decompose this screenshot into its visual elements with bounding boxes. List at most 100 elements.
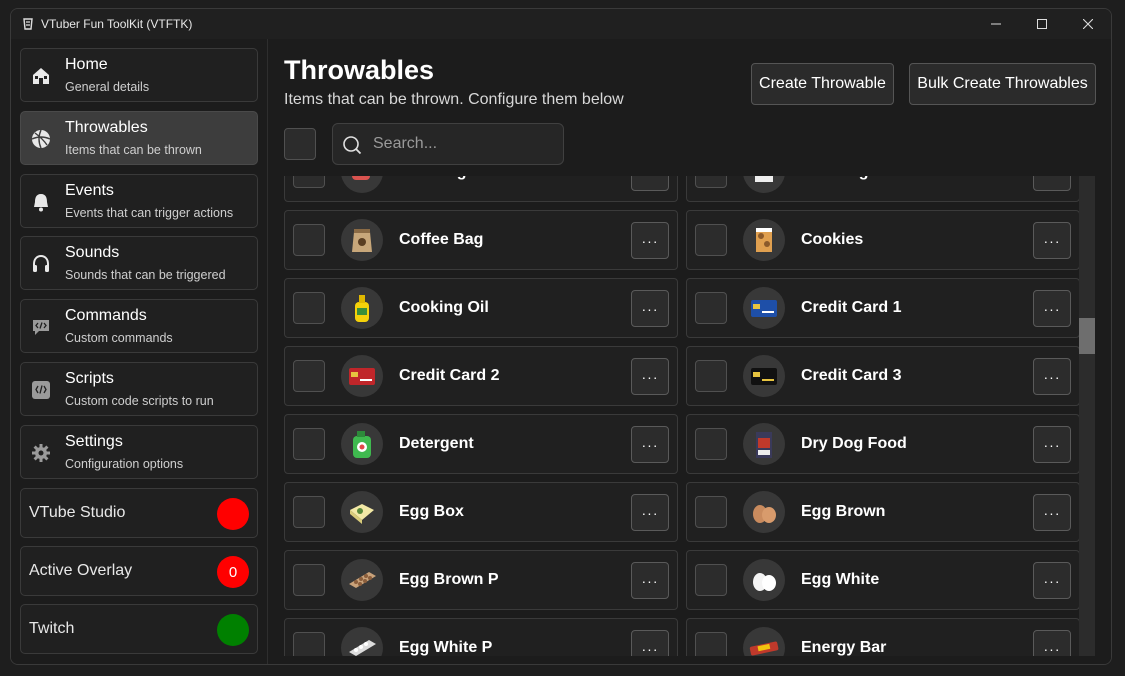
item-checkbox[interactable] [695,360,727,392]
select-all-checkbox[interactable] [284,128,316,160]
close-button[interactable] [1065,9,1111,39]
item-checkbox[interactable] [695,428,727,460]
more-options-button[interactable]: ··· [1033,290,1071,327]
sidebar-item-sounds[interactable]: Sounds Sounds that can be triggered [20,236,258,290]
more-options-button[interactable]: ··· [631,222,669,259]
throwable-card[interactable]: Detergent ··· [284,414,678,474]
maximize-icon [1037,19,1047,29]
item-checkbox[interactable] [293,428,325,460]
item-checkbox[interactable] [695,496,727,528]
item-checkbox[interactable] [695,632,727,656]
more-options-button[interactable]: ··· [1033,630,1071,656]
throwable-card[interactable]: Dry Dog Food ··· [686,414,1079,474]
sidebar-item-throwables[interactable]: Throwables Items that can be thrown [20,111,258,165]
dog-food-icon [756,432,772,458]
cookies-icon [756,228,772,252]
create-throwable-button[interactable]: Create Throwable [751,63,894,105]
status-active-overlay[interactable]: Active Overlay 0 [20,546,258,596]
throwable-card[interactable]: Coffee Bag ··· [284,210,678,270]
throwable-name: Cleaning Gloves 1 [801,176,940,181]
more-options-button[interactable]: ··· [1033,176,1071,191]
throwable-card[interactable]: Credit Card 2 ··· [284,346,678,406]
sidebar-item-scripts[interactable]: Scripts Custom code scripts to run [20,362,258,416]
maximize-button[interactable] [1019,9,1065,39]
minimize-button[interactable] [973,9,1019,39]
egg-carton-brown-icon [349,572,376,588]
card-blue-icon [751,300,777,317]
sidebar-item-label: Scripts [65,370,114,387]
more-options-button[interactable]: ··· [1033,222,1071,259]
throwable-image [743,423,785,465]
throwable-name: Credit Card 2 [399,367,500,384]
close-icon [1083,19,1093,29]
more-options-button[interactable]: ··· [631,630,669,656]
sidebar-item-events[interactable]: Events Events that can trigger actions [20,174,258,228]
status-indicator [217,498,249,530]
throwable-card[interactable]: Cookies ··· [686,210,1079,270]
item-checkbox[interactable] [695,292,727,324]
gear-icon [32,444,50,462]
throwable-name: Credit Card 1 [801,299,902,316]
card-red-icon [349,368,375,385]
throwable-card[interactable]: Credit Card 1 ··· [686,278,1079,338]
sidebar-item-description: Custom code scripts to run [65,394,214,408]
throwable-name: Credit Card 3 [801,367,902,384]
status-twitch[interactable]: Twitch [20,604,258,654]
more-options-button[interactable]: ··· [631,358,669,395]
more-options-button[interactable]: ··· [1033,494,1071,531]
minimize-icon [991,23,1001,25]
sidebar-item-description: Custom commands [65,331,173,345]
item-checkbox[interactable] [293,292,325,324]
throwable-card[interactable]: Energy Bar ··· [686,618,1079,656]
item-checkbox[interactable] [293,176,325,188]
more-options-button[interactable]: ··· [1033,426,1071,463]
sidebar-item-commands[interactable]: Commands Custom commands [20,299,258,353]
throwable-card[interactable]: Egg White ··· [686,550,1079,610]
more-options-button[interactable]: ··· [631,426,669,463]
throwable-image [743,355,785,397]
throwable-card[interactable]: Cleaning Gloves 1 ··· [686,176,1079,202]
item-checkbox[interactable] [695,224,727,256]
item-checkbox[interactable] [293,224,325,256]
scrollbar-thumb[interactable] [1079,318,1095,354]
sidebar-item-settings[interactable]: Settings Configuration options [20,425,258,479]
throwable-card[interactable]: Credit Card 3 ··· [686,346,1079,406]
scrollbar[interactable] [1079,176,1095,656]
throwable-card[interactable]: Egg Box ··· [284,482,678,542]
sidebar-item-description: Sounds that can be triggered [65,268,226,282]
throwable-name: Cooking Oil [399,299,489,316]
item-checkbox[interactable] [293,564,325,596]
item-checkbox[interactable] [293,496,325,528]
throwable-image [341,219,383,261]
throwable-name: Cookies [801,231,864,248]
throwable-name: Egg Brown [801,503,886,520]
throwable-card[interactable]: Cooking Oil ··· [284,278,678,338]
status-vtube-studio[interactable]: VTube Studio [20,488,258,538]
item-checkbox[interactable] [695,564,727,596]
throwable-card[interactable]: Egg Brown ··· [686,482,1079,542]
bell-icon [34,194,48,212]
item-checkbox[interactable] [695,176,727,188]
search-box[interactable] [332,123,564,165]
more-options-button[interactable]: ··· [1033,358,1071,395]
page-subtitle: Items that can be thrown. Configure them… [284,91,624,108]
more-options-button[interactable]: ··· [631,290,669,327]
more-options-button[interactable]: ··· [631,494,669,531]
throwable-card[interactable]: Egg Brown P ··· [284,550,678,610]
more-options-button[interactable]: ··· [631,176,669,191]
throwable-image [341,287,383,329]
egg-white-icon [753,573,776,591]
sidebar-item-home[interactable]: Home General details [20,48,258,102]
search-input[interactable] [373,132,553,156]
throwable-card[interactable]: Egg White P ··· [284,618,678,656]
more-options-button[interactable]: ··· [631,562,669,599]
bulk-create-throwables-button[interactable]: Bulk Create Throwables [909,63,1096,105]
item-checkbox[interactable] [293,360,325,392]
item-checkbox[interactable] [293,632,325,656]
throwable-card[interactable]: Cleaning Gloves ··· [284,176,678,202]
throwable-name: Egg White [801,571,880,588]
egg-brown-icon [753,505,776,523]
more-options-button[interactable]: ··· [1033,562,1071,599]
app-window: VTuber Fun ToolKit (VTFTK) Home General … [10,8,1112,665]
status-label: VTube Studio [29,504,126,521]
